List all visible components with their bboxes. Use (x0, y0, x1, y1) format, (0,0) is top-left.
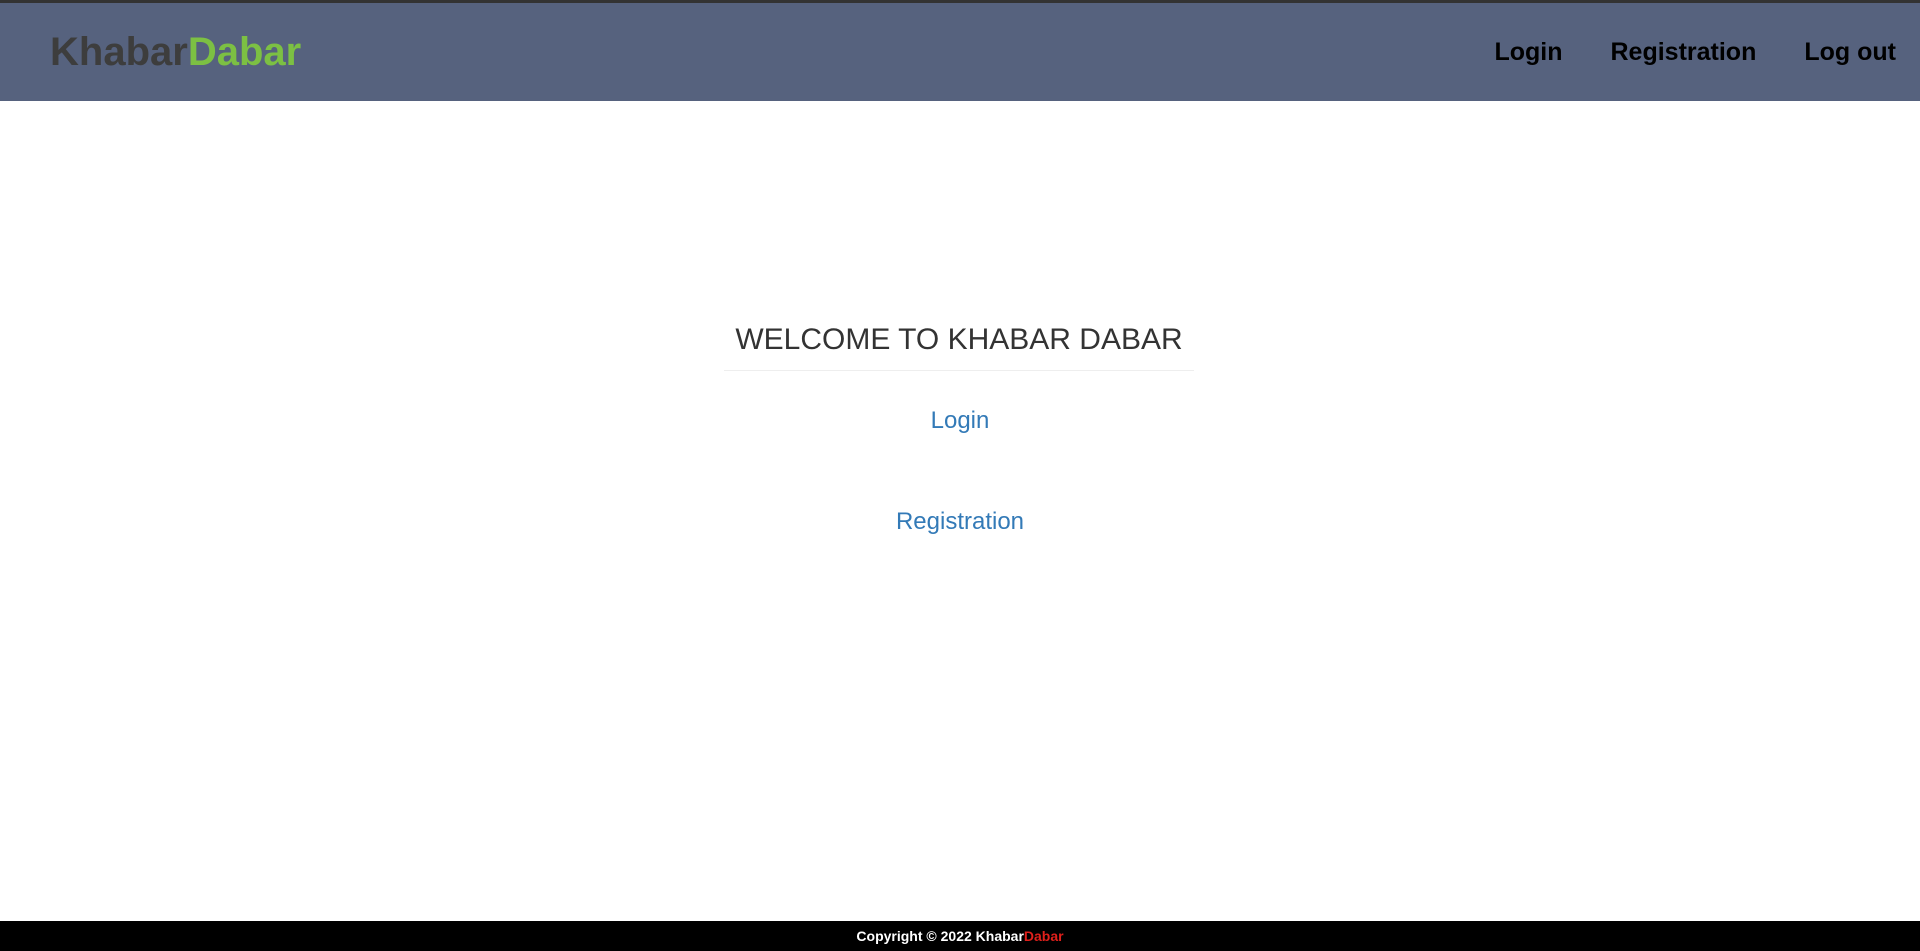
nav-registration-link[interactable]: Registration (1611, 36, 1757, 68)
login-link[interactable]: Login (931, 407, 990, 434)
footer-brand-part2: Dabar (1023, 928, 1064, 944)
nav-login-link[interactable]: Login (1494, 36, 1562, 68)
registration-link[interactable]: Registration (896, 508, 1024, 535)
footer-copyright-text: Copyright © 2022 (856, 928, 976, 944)
welcome-heading: WELCOME TO KHABAR DABAR (724, 314, 1194, 371)
top-navbar: KhabarDabar Login Registration Log out (0, 0, 1920, 101)
nav-logout-link[interactable]: Log out (1804, 36, 1896, 68)
registration-link-row: Registration (0, 507, 1920, 537)
page-footer: Copyright © 2022 KhabarDabar (0, 921, 1920, 951)
login-link-row: Login (0, 406, 1920, 436)
brand-name-part1: Khabar (50, 30, 188, 74)
brand-name-part2: Dabar (187, 30, 302, 74)
brand-logo-link[interactable]: KhabarDabar (50, 29, 301, 75)
footer-brand-part1: Khabar (975, 928, 1024, 944)
header-nav: Login Registration Log out (1494, 36, 1896, 68)
